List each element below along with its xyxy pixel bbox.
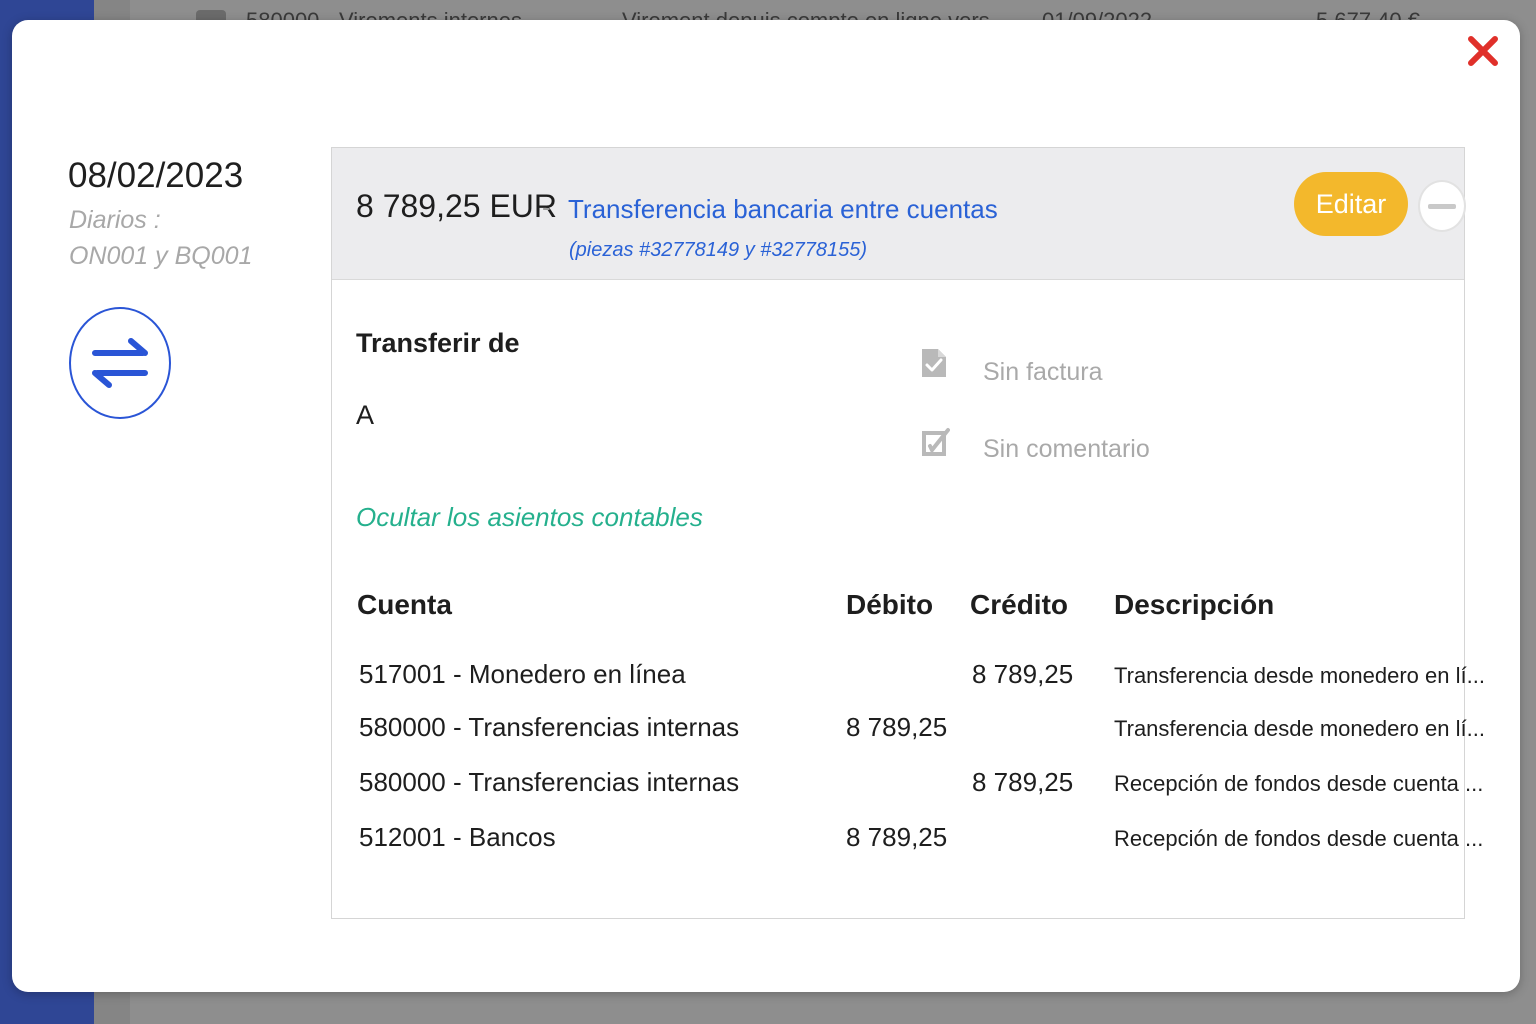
background-row-account: 580000 - Virements internes [246, 8, 522, 20]
entry-account: 580000 - Transferencias internas [359, 712, 740, 742]
background-row-description: Virement depuis compte en ligne vers [622, 8, 990, 20]
column-header-debit: Débito [846, 589, 934, 620]
transfer-to-label: A [356, 400, 375, 430]
invoice-status[interactable]: Sin factura [983, 358, 1103, 387]
transaction-title-link[interactable]: Transferencia bancaria entre cuentas [568, 194, 998, 225]
transaction-card: 8 789,25 EUR - Transferencia bancaria en… [331, 147, 1485, 919]
column-header-description: Descripción [1114, 589, 1275, 620]
background-row-checkbox [196, 10, 226, 20]
entry-description: Recepción de fondos desde cuenta ... [1114, 826, 1484, 851]
column-header-account: Cuenta [357, 589, 452, 620]
entry-description: Transferencia desde monedero en lí... [1114, 716, 1485, 741]
entry-account: 517001 - Monedero en línea [359, 659, 686, 689]
header-separator: - [542, 192, 551, 222]
edit-button[interactable]: Editar [1294, 172, 1408, 236]
transaction-date: 08/02/2023 [68, 156, 244, 195]
hide-entries-link[interactable]: Ocultar los asientos contables [356, 502, 703, 533]
close-x-glyph [1468, 36, 1498, 66]
transfer-from-label: Transferir de [356, 328, 520, 358]
entry-credit: 8 789,25 [972, 659, 1074, 689]
entry-debit: 8 789,25 [846, 822, 948, 852]
comment-edit-icon[interactable] [920, 426, 950, 458]
transaction-header: 8 789,25 EUR - Transferencia bancaria en… [332, 148, 1466, 280]
background-row-date: 01/09/2022 [1042, 8, 1152, 20]
journals-value: ON001 y BQ001 [69, 242, 253, 270]
column-header-credit: Crédito [970, 589, 1068, 620]
journals-label: Diarios : [69, 206, 161, 234]
background-table-row: 580000 - Virements internes Virement dep… [130, 0, 1536, 20]
transaction-pieces: (piezas #32778149 y #32778155) [569, 239, 868, 261]
collapse-minus-icon[interactable] [1418, 180, 1466, 232]
minus-bar [1428, 203, 1456, 209]
transaction-detail-modal: 08/02/2023 Diarios : ON001 y BQ001 8 789… [12, 20, 1520, 992]
entry-credit: 8 789,25 [972, 767, 1074, 797]
entry-account: 580000 - Transferencias internas [359, 767, 740, 797]
close-icon[interactable] [1464, 34, 1502, 72]
transfer-arrows-icon [69, 307, 171, 419]
invoice-document-icon[interactable] [920, 347, 948, 379]
transaction-amount: 8 789,25 EUR [356, 188, 558, 224]
comment-status[interactable]: Sin comentario [983, 435, 1150, 464]
entry-account: 512001 - Bancos [359, 822, 556, 852]
entry-debit: 8 789,25 [846, 712, 948, 742]
background-row-amount: 5 677,40 € [1316, 8, 1420, 20]
journals-info: Diarios : ON001 y BQ001 [69, 202, 299, 274]
entry-description: Transferencia desde monedero en lí... [1114, 663, 1485, 688]
entry-description: Recepción de fondos desde cuenta ... [1114, 771, 1484, 796]
